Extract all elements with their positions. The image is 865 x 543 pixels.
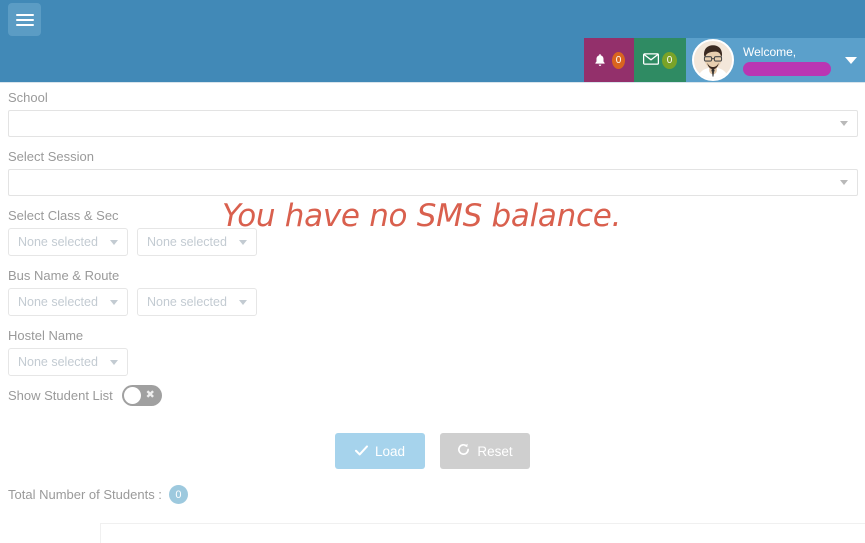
session-select[interactable] xyxy=(8,169,858,196)
load-button[interactable]: Load xyxy=(335,433,425,469)
hostel-multiselect[interactable]: None selected xyxy=(8,348,128,376)
form-actions: Load Reset xyxy=(0,406,865,469)
main-content: School Select Session Select Class & Sec… xyxy=(0,82,865,543)
route-multiselect[interactable]: None selected xyxy=(137,288,257,316)
menu-toggle-button[interactable] xyxy=(8,3,41,36)
hamburger-line xyxy=(15,18,34,21)
sms-balance-notice: You have no SMS balance. xyxy=(222,198,622,234)
chevron-down-icon[interactable] xyxy=(845,56,857,64)
caret-down-icon xyxy=(110,359,118,365)
bell-icon xyxy=(593,53,607,68)
cross-icon: ✖ xyxy=(145,389,155,401)
hostel-field-group: Hostel Name None selected xyxy=(0,316,865,376)
caret-down-icon xyxy=(239,299,247,305)
header-right-group: 0 0 Welcome, xyxy=(584,38,865,82)
hostel-label: Hostel Name xyxy=(8,328,84,343)
bus-name-multiselect-value: None selected xyxy=(18,295,98,309)
show-student-list-group: Show Student List ✖ xyxy=(0,376,865,406)
session-field-group: Select Session xyxy=(0,137,865,196)
reset-button[interactable]: Reset xyxy=(440,433,530,469)
hamburger-line xyxy=(15,23,34,26)
section-multiselect-value: None selected xyxy=(147,235,227,249)
school-select[interactable] xyxy=(8,110,858,137)
hostel-selects: None selected xyxy=(0,348,865,376)
user-menu[interactable]: Welcome, xyxy=(686,38,865,82)
messages-button[interactable]: 0 xyxy=(634,38,686,82)
school-field-group: School xyxy=(0,83,865,137)
caret-down-icon xyxy=(110,299,118,305)
username-redacted xyxy=(743,61,831,76)
total-students-row: Total Number of Students : 0 xyxy=(0,469,865,504)
total-students-label: Total Number of Students : xyxy=(8,487,162,502)
chevron-down-icon xyxy=(840,120,848,126)
load-button-label: Load xyxy=(374,443,406,459)
class-multiselect-value: None selected xyxy=(18,235,98,249)
hamburger-line xyxy=(15,13,34,16)
notifications-button[interactable]: 0 xyxy=(584,38,634,82)
caret-down-icon xyxy=(110,239,118,245)
refresh-icon xyxy=(457,443,470,459)
bus-name-multiselect[interactable]: None selected xyxy=(8,288,128,316)
school-label: School xyxy=(8,90,48,105)
top-header-bar: 0 0 Welcome, xyxy=(0,0,865,82)
show-student-list-label: Show Student List xyxy=(8,388,113,403)
bus-route-selects: None selected None selected xyxy=(0,288,865,316)
notifications-count-badge: 0 xyxy=(612,51,625,69)
check-icon xyxy=(354,444,368,459)
bus-route-label: Bus Name & Route xyxy=(8,268,120,283)
hostel-multiselect-value: None selected xyxy=(18,355,98,369)
messages-count-badge: 0 xyxy=(662,51,677,69)
show-student-list-toggle[interactable]: ✖ xyxy=(121,385,162,406)
total-students-badge: 0 xyxy=(168,485,188,504)
route-multiselect-value: None selected xyxy=(147,295,227,309)
student-list-panel xyxy=(100,523,865,543)
envelope-icon xyxy=(642,52,660,68)
chevron-down-icon xyxy=(840,179,848,185)
caret-down-icon xyxy=(239,239,247,245)
class-multiselect[interactable]: None selected xyxy=(8,228,128,256)
bus-route-field-group: Bus Name & Route None selected None sele… xyxy=(0,256,865,316)
welcome-label: Welcome, xyxy=(743,44,797,59)
session-label: Select Session xyxy=(8,149,94,164)
welcome-block: Welcome, xyxy=(743,45,839,76)
avatar xyxy=(692,39,734,81)
reset-button-label: Reset xyxy=(477,443,513,459)
toggle-knob xyxy=(123,387,141,404)
